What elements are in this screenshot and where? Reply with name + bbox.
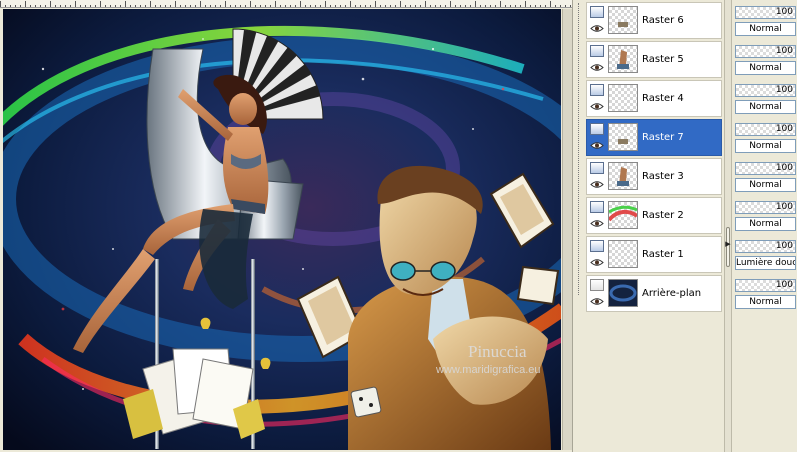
opacity-value: 100 [775, 85, 793, 95]
watermark-url: www.maridigrafica.eu [435, 364, 541, 376]
image-canvas[interactable]: Pinuccia www.maridigrafica.eu [3, 9, 561, 450]
visibility-eye-icon[interactable] [590, 24, 604, 33]
layer-properties-row: 100 Lumière douce [735, 238, 797, 275]
canvas-area[interactable]: Pinuccia www.maridigrafica.eu [0, 0, 572, 452]
layer-thumbnail [608, 279, 638, 307]
visibility-eye-icon[interactable] [590, 63, 604, 72]
layer-thumbnail [608, 162, 638, 190]
opacity-value: 100 [775, 202, 793, 212]
opacity-slider[interactable]: 100 [735, 84, 796, 97]
raster-layer-icon[interactable] [590, 201, 604, 213]
opacity-value: 100 [775, 280, 793, 290]
raster-layer-icon[interactable] [590, 45, 604, 57]
layer-properties-row: 100 Normal [735, 43, 797, 80]
opacity-slider[interactable]: 100 [735, 45, 796, 58]
canvas-edge-strip [562, 9, 572, 450]
layer-row[interactable]: Arrière-plan [586, 275, 722, 312]
blend-mode-select[interactable]: Lumière douce [735, 256, 796, 270]
layer-row[interactable]: Raster 6 [586, 2, 722, 39]
visibility-eye-icon[interactable] [590, 180, 604, 189]
layer-name: Raster 7 [642, 132, 684, 143]
layer-thumbnail [608, 240, 638, 268]
layer-row[interactable]: Raster 7 [586, 119, 722, 156]
opacity-value: 100 [775, 241, 793, 251]
layer-row[interactable]: Raster 3 [586, 158, 722, 195]
opacity-slider[interactable]: 100 [735, 123, 796, 136]
opacity-slider[interactable]: 100 [735, 162, 796, 175]
layer-thumbnail [608, 201, 638, 229]
opacity-value: 100 [775, 7, 793, 17]
raster-layer-icon[interactable] [590, 123, 604, 135]
layer-thumbnail [608, 84, 638, 112]
layer-name: Raster 3 [642, 171, 684, 182]
blend-mode-select[interactable]: Normal [735, 22, 796, 36]
visibility-eye-icon[interactable] [590, 219, 604, 228]
opacity-slider[interactable]: 100 [735, 279, 796, 292]
raster-layer-icon[interactable] [590, 162, 604, 174]
blend-mode-select[interactable]: Normal [735, 295, 796, 309]
layer-properties-row: 100 Normal [735, 82, 797, 119]
panel-splitter[interactable] [724, 0, 732, 452]
layer-thumbnail [608, 6, 638, 34]
layer-properties-row: 100 Normal [735, 199, 797, 236]
opacity-slider[interactable]: 100 [735, 201, 796, 214]
layer-properties-row: 100 Normal [735, 160, 797, 197]
layer-thumbnail [608, 123, 638, 151]
layer-row[interactable]: Raster 1 [586, 236, 722, 273]
opacity-slider[interactable]: 100 [735, 6, 796, 19]
layer-row[interactable]: Raster 4 [586, 80, 722, 117]
layer-row[interactable]: Raster 2 [586, 197, 722, 234]
blend-mode-select[interactable]: Normal [735, 217, 796, 231]
layer-name: Arrière-plan [642, 288, 702, 299]
blend-mode-select[interactable]: Normal [735, 178, 796, 192]
watermark-name: Pinuccia [468, 342, 527, 361]
opacity-value: 100 [775, 46, 793, 56]
visibility-eye-icon[interactable] [590, 102, 604, 111]
visibility-eye-icon[interactable] [590, 141, 604, 150]
raster-layer-icon[interactable] [590, 84, 604, 96]
expand-arrow-icon[interactable]: ▶ [725, 240, 731, 248]
blend-mode-select[interactable]: Normal [735, 139, 796, 153]
artwork-composition: Pinuccia www.maridigrafica.eu [3, 9, 561, 450]
raster-layer-icon[interactable] [590, 240, 604, 252]
background-layer-icon[interactable] [590, 279, 604, 291]
layer-name: Raster 1 [642, 249, 684, 260]
layer-properties-row: 100 Normal [735, 4, 797, 41]
layer-thumbnail [608, 45, 638, 73]
layer-row[interactable]: Raster 5 [586, 41, 722, 78]
blend-mode-select[interactable]: Normal [735, 100, 796, 114]
blend-mode-select[interactable]: Normal [735, 61, 796, 75]
layer-name: Raster 5 [642, 54, 684, 65]
horizontal-ruler [0, 0, 572, 8]
opacity-slider[interactable]: 100 [735, 240, 796, 253]
layer-name: Raster 2 [642, 210, 684, 221]
layer-properties-row: 100 Normal [735, 121, 797, 158]
layer-group-guide [578, 3, 579, 295]
visibility-eye-icon[interactable] [590, 258, 604, 267]
opacity-value: 100 [775, 124, 793, 134]
opacity-value: 100 [775, 163, 793, 173]
visibility-eye-icon[interactable] [590, 297, 604, 306]
raster-layer-icon[interactable] [590, 6, 604, 18]
layer-name: Raster 4 [642, 93, 684, 104]
layer-properties-row: 100 Normal [735, 277, 797, 314]
layer-name: Raster 6 [642, 15, 684, 26]
